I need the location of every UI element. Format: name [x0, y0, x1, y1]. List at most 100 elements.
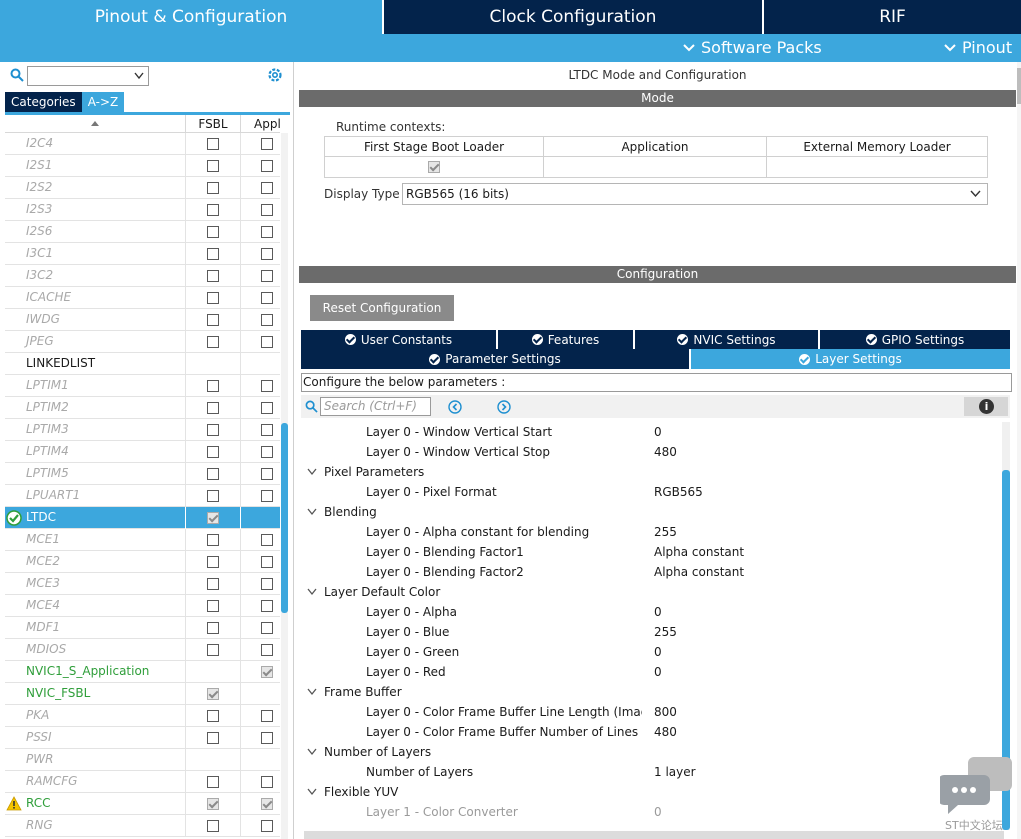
fsbl-checkbox[interactable] [207, 446, 219, 458]
peripheral-row[interactable]: LTDC [5, 507, 280, 529]
peripheral-row[interactable]: I2S3 [5, 199, 280, 221]
fsbl-checkbox[interactable] [207, 204, 219, 216]
fsbl-checkbox[interactable] [207, 336, 219, 348]
parameter-value[interactable]: 255 [654, 522, 677, 542]
fsbl-checkbox[interactable] [207, 226, 219, 238]
appl-checkbox[interactable] [261, 776, 273, 788]
appl-checkbox[interactable] [261, 578, 273, 590]
sort-arrow-icon[interactable] [90, 119, 100, 129]
appl-checkbox[interactable] [261, 424, 273, 436]
parameter-group[interactable]: Number of Layers [299, 742, 999, 762]
gear-icon[interactable] [266, 66, 284, 84]
appl-checkbox[interactable] [261, 732, 273, 744]
tab-features[interactable]: Features [498, 330, 635, 349]
peripheral-row[interactable]: NVIC_FSBL [5, 683, 280, 705]
software-packs-menu[interactable]: Software Packs [683, 38, 822, 57]
peripheral-row[interactable]: LPTIM3 [5, 419, 280, 441]
fsbl-checkbox[interactable] [207, 182, 219, 194]
fsbl-checkbox[interactable] [207, 160, 219, 172]
appl-checkbox[interactable] [261, 226, 273, 238]
peripheral-row[interactable]: LINKEDLIST [5, 353, 280, 375]
fsbl-checkbox[interactable] [207, 314, 219, 326]
peripheral-row[interactable]: LPTIM2 [5, 397, 280, 419]
context-external-loader-cell[interactable] [767, 157, 987, 178]
fsbl-checkbox[interactable] [207, 248, 219, 260]
parameter-group[interactable]: Blending [299, 502, 999, 522]
parameter-value[interactable]: 255 [654, 622, 677, 642]
parameter-search-input[interactable]: Search (Ctrl+F) [320, 397, 431, 416]
fsbl-checkbox[interactable] [207, 688, 219, 700]
fsbl-checkbox[interactable] [207, 644, 219, 656]
peripheral-row[interactable]: RCC [5, 793, 280, 815]
peripheral-row[interactable]: PWR [5, 749, 280, 771]
peripheral-row[interactable]: I2C4 [5, 133, 280, 155]
appl-checkbox[interactable] [261, 270, 273, 282]
peripheral-row[interactable]: I3C1 [5, 243, 280, 265]
fsbl-checkbox[interactable] [207, 380, 219, 392]
peripheral-row[interactable]: I2S2 [5, 177, 280, 199]
peripheral-row[interactable]: MCE1 [5, 529, 280, 551]
right-panel-scrollbar[interactable] [1017, 62, 1021, 839]
fsbl-checkbox[interactable] [207, 578, 219, 590]
chevron-down-icon[interactable] [307, 468, 317, 476]
chevron-down-icon[interactable] [307, 508, 317, 516]
parameter-value[interactable]: Alpha constant [654, 542, 744, 562]
display-type-select[interactable]: RGB565 (16 bits) [402, 183, 988, 205]
parameter-row[interactable]: Layer 0 - Alpha 0 [299, 602, 999, 622]
next-result-icon[interactable] [497, 400, 511, 414]
parameter-value[interactable]: 480 [654, 722, 677, 742]
peripheral-row[interactable]: LPTIM5 [5, 463, 280, 485]
parameter-value[interactable]: 0 [654, 802, 662, 822]
tab-user-constants[interactable]: User Constants [301, 330, 498, 349]
fsbl-checkbox[interactable] [207, 798, 219, 810]
chevron-down-icon[interactable] [307, 588, 317, 596]
parameter-group[interactable]: Pixel Parameters [299, 462, 999, 482]
fsbl-checkbox[interactable] [207, 292, 219, 304]
chevron-down-icon[interactable] [307, 788, 317, 796]
pinout-menu[interactable]: Pinout [944, 38, 1012, 57]
peripheral-row[interactable]: IWDG [5, 309, 280, 331]
parameter-row[interactable]: Layer 0 - Color Frame Buffer Number of L… [299, 722, 999, 742]
appl-checkbox[interactable] [261, 644, 273, 656]
fsbl-checkbox[interactable] [207, 138, 219, 150]
parameter-row[interactable]: Layer 0 - Window Vertical Stop 480 [299, 442, 999, 462]
peripheral-row[interactable]: I3C2 [5, 265, 280, 287]
chevron-down-icon[interactable] [307, 748, 317, 756]
fsbl-checkbox[interactable] [207, 402, 219, 414]
appl-checkbox[interactable] [261, 600, 273, 612]
appl-checkbox[interactable] [261, 336, 273, 348]
peripheral-list-scrollbar[interactable] [281, 133, 288, 839]
appl-checkbox[interactable] [261, 204, 273, 216]
peripheral-row[interactable]: RNG [5, 815, 280, 837]
parameter-row[interactable]: Layer 0 - Alpha constant for blending 255 [299, 522, 999, 542]
parameter-value[interactable]: 0 [654, 602, 662, 622]
tab-pinout-configuration[interactable]: Pinout & Configuration [0, 0, 384, 34]
parameter-row[interactable]: Number of Layers 1 layer [299, 762, 999, 782]
fsbl-checkbox[interactable] [207, 534, 219, 546]
context-fsbl-checkbox[interactable] [428, 161, 440, 173]
peripheral-row[interactable]: RAMCFG [5, 771, 280, 793]
peripheral-row[interactable]: I2S1 [5, 155, 280, 177]
column-appl[interactable]: Appl [240, 115, 280, 133]
parameter-row[interactable]: Layer 0 - Red 0 [299, 662, 999, 682]
appl-checkbox[interactable] [261, 402, 273, 414]
parameter-horizontal-scrollbar[interactable] [304, 831, 1004, 839]
chat-bubble-icon[interactable] [940, 755, 1014, 817]
tab-parameter-settings[interactable]: Parameter Settings [301, 349, 691, 369]
fsbl-checkbox[interactable] [207, 490, 219, 502]
parameter-value[interactable]: 0 [654, 662, 662, 682]
parameter-row[interactable]: Layer 0 - Window Vertical Start 0 [299, 422, 999, 442]
category-search-combo[interactable] [27, 66, 149, 86]
parameter-value[interactable]: 1 layer [654, 762, 696, 782]
tab-gpio-settings[interactable]: GPIO Settings [820, 330, 1010, 349]
parameter-value[interactable]: 0 [654, 642, 662, 662]
context-application-cell[interactable] [544, 157, 767, 178]
appl-checkbox[interactable] [261, 490, 273, 502]
fsbl-checkbox[interactable] [207, 820, 219, 832]
previous-result-icon[interactable] [448, 400, 462, 414]
chevron-down-icon[interactable] [307, 688, 317, 696]
appl-checkbox[interactable] [261, 468, 273, 480]
peripheral-row[interactable]: LPTIM1 [5, 375, 280, 397]
fsbl-checkbox[interactable] [207, 600, 219, 612]
fsbl-checkbox[interactable] [207, 424, 219, 436]
